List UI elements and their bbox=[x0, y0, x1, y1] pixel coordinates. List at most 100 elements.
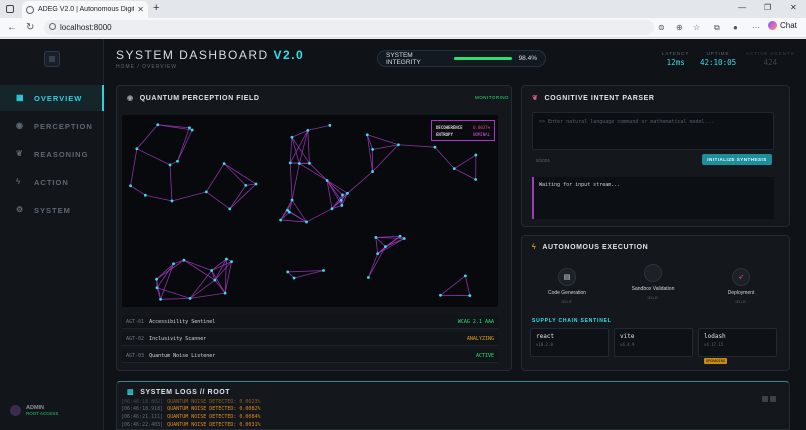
maximize-icon[interactable]: ❐ bbox=[764, 3, 771, 12]
particle-link bbox=[223, 163, 247, 186]
package-card[interactable]: lodash v4.17.15 UPGRADING bbox=[698, 328, 777, 364]
new-tab-icon[interactable]: + bbox=[153, 2, 159, 14]
particle-node bbox=[182, 258, 186, 262]
particle-link bbox=[309, 163, 328, 181]
step-deployment[interactable]: ➶ Deployment IDLE bbox=[711, 268, 771, 304]
copilot-chat-button[interactable]: Chat bbox=[768, 21, 797, 30]
command-input[interactable]: >> Enter natural language command or mat… bbox=[532, 112, 774, 150]
package-card[interactable]: vite v4.4.9 bbox=[614, 328, 693, 357]
particle-link bbox=[136, 148, 171, 166]
particle-node bbox=[328, 123, 332, 127]
particle-node bbox=[156, 123, 160, 127]
log-time: [06:46:18.802] bbox=[121, 399, 164, 405]
sidebar-item-overview[interactable]: ▦ OVERVIEW bbox=[0, 85, 104, 111]
integrity-label: SYSTEM INTEGRITY bbox=[386, 51, 421, 66]
particle-link bbox=[136, 124, 159, 150]
particle-node bbox=[398, 234, 402, 238]
chat-label: Chat bbox=[780, 21, 797, 30]
log-text: QUANTUM NOISE DETECTED: 0.0084% bbox=[167, 414, 261, 420]
agent-row[interactable]: AGT-01 Accessibility Sentinel WCAG 2.1 A… bbox=[122, 315, 498, 329]
particle-link bbox=[156, 287, 191, 299]
agent-id: AGT-03 bbox=[126, 352, 145, 359]
particle-node bbox=[371, 148, 374, 151]
translate-icon[interactable]: ⊜ bbox=[658, 23, 665, 32]
sidebar-item-reasoning[interactable]: ❦ REASONING bbox=[0, 141, 104, 167]
intent-parser-panel: ❦ COGNITIVE INTENT PARSER >> Enter natur… bbox=[521, 85, 790, 227]
step-sandbox-validation[interactable]: Sandbox Validation IDLE bbox=[623, 264, 683, 300]
site-info-icon[interactable] bbox=[49, 23, 56, 30]
output-stream: Waiting for input stream... bbox=[532, 177, 774, 219]
particle-link bbox=[307, 130, 310, 164]
sidebar-item-perception[interactable]: ◉ PERCEPTION bbox=[0, 113, 104, 139]
particle-node bbox=[308, 161, 311, 165]
step-code-generation[interactable]: ▤ Code Generation IDLE bbox=[537, 268, 597, 304]
minimize-icon[interactable]: — bbox=[738, 3, 746, 12]
url-text: localhost:8000 bbox=[60, 23, 112, 32]
particle-link bbox=[229, 183, 257, 210]
active-agents-stat: ACTIVE AGENTS 424 bbox=[746, 51, 795, 67]
browser-tab[interactable]: ADEG V2.0 | Autonomous Digital ✕ bbox=[22, 1, 148, 18]
particle-node bbox=[365, 133, 369, 137]
user-card[interactable]: ADMIN ROOT ACCESS bbox=[10, 405, 58, 416]
particle-link bbox=[366, 134, 373, 172]
particle-node bbox=[325, 179, 329, 182]
collections-icon[interactable]: ⧉ bbox=[714, 23, 720, 33]
url-field[interactable]: localhost:8000 bbox=[44, 20, 654, 35]
particle-node bbox=[340, 204, 344, 207]
particle-node bbox=[290, 135, 294, 139]
tab-actions-icon[interactable] bbox=[6, 5, 14, 13]
tab-strip: ADEG V2.0 | Autonomous Digital ✕ + — ❐ ✕ bbox=[0, 0, 806, 18]
particle-node bbox=[330, 207, 334, 211]
browser-window: ADEG V2.0 | Autonomous Digital ✕ + — ❐ ✕… bbox=[0, 0, 806, 430]
grid-icon: ▦ bbox=[16, 93, 25, 102]
particle-link bbox=[398, 144, 435, 148]
package-name: vite bbox=[620, 333, 635, 340]
user-status: ROOT ACCESS bbox=[26, 411, 59, 416]
panel-title-text: SYSTEM LOGS // ROOT bbox=[140, 388, 231, 396]
close-tab-icon[interactable]: ✕ bbox=[137, 5, 144, 14]
particle-link bbox=[299, 163, 328, 181]
quantum-field-canvas[interactable]: DECOHERENCE 0.0037% ENTROPY NOMINAL bbox=[122, 115, 498, 307]
particle-node bbox=[452, 167, 456, 171]
sidebar: ▦ OVERVIEW ◉ PERCEPTION ❦ REASONING ϟ AC… bbox=[0, 39, 104, 430]
clear-icon[interactable] bbox=[770, 396, 776, 402]
more-menu-icon[interactable]: ⋯ bbox=[752, 23, 760, 32]
particle-node bbox=[439, 293, 442, 297]
sidebar-item-system[interactable]: ⚙ SYSTEM bbox=[0, 197, 104, 223]
zoom-icon[interactable]: ⊕ bbox=[676, 23, 683, 32]
package-version: v18.2.0 bbox=[536, 342, 553, 347]
favorite-star-icon[interactable]: ☆ bbox=[693, 23, 700, 32]
panel-title-text: COGNITIVE INTENT PARSER bbox=[544, 94, 655, 102]
particle-node bbox=[376, 252, 380, 256]
package-name: react bbox=[536, 333, 555, 340]
brain-icon: ❦ bbox=[16, 149, 24, 158]
particle-node bbox=[279, 218, 283, 222]
particle-link bbox=[306, 208, 333, 223]
particle-node bbox=[172, 262, 175, 266]
stat-label: LATENCY bbox=[662, 51, 690, 56]
package-card[interactable]: react v18.2.0 bbox=[530, 328, 609, 357]
particle-node bbox=[397, 143, 400, 147]
particle-link bbox=[169, 164, 173, 201]
particle-node bbox=[286, 208, 289, 212]
particle-link bbox=[291, 130, 308, 138]
agent-row[interactable]: AGT-02 Inclusivity Scanner ANALYZING bbox=[122, 332, 498, 346]
close-window-icon[interactable]: ✕ bbox=[790, 3, 797, 12]
particle-node bbox=[225, 257, 228, 261]
profile-icon[interactable]: ● bbox=[733, 23, 738, 32]
panel-title: ▥ SYSTEM LOGS // ROOT bbox=[127, 388, 231, 397]
pause-icon[interactable] bbox=[762, 396, 768, 402]
reload-icon[interactable]: ↻ bbox=[26, 22, 34, 33]
particle-link bbox=[375, 235, 401, 238]
initialize-synthesis-button[interactable]: INITIALIZE SYNTHESIS bbox=[702, 154, 772, 165]
log-text: QUANTUM NOISE DETECTED: 0.0082% bbox=[167, 406, 261, 412]
particle-link bbox=[289, 137, 293, 163]
back-icon[interactable]: ← bbox=[7, 22, 17, 33]
panel-title: ϟ AUTONOMOUS EXECUTION bbox=[532, 244, 648, 251]
integrity-value: 98.4% bbox=[518, 55, 537, 62]
sidebar-item-action[interactable]: ϟ ACTION bbox=[0, 169, 104, 195]
particle-node bbox=[286, 270, 290, 274]
legend-value: NOMINAL bbox=[473, 132, 490, 137]
particle-node bbox=[433, 145, 437, 149]
agent-row[interactable]: AGT-03 Quantum Noise Listener ACTIVE bbox=[122, 349, 498, 363]
